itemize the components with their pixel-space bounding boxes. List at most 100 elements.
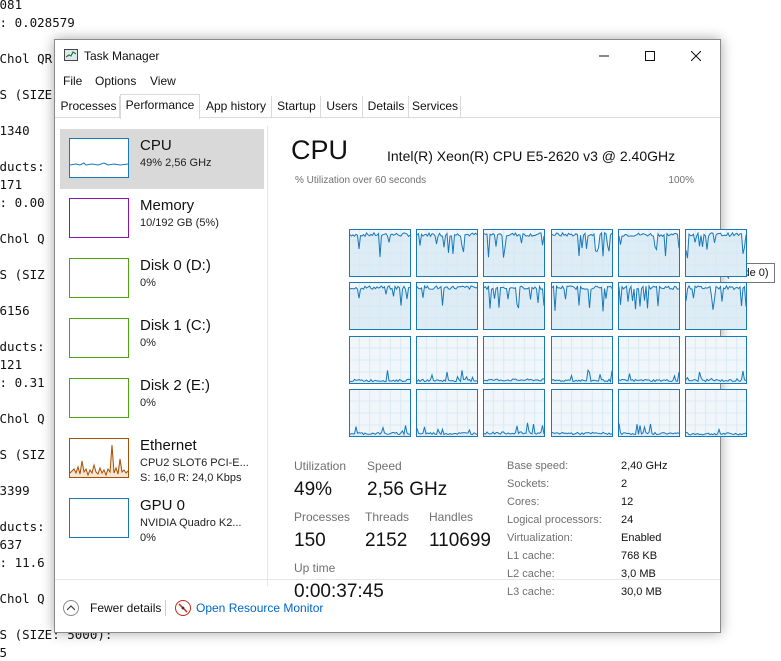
cpu-core-graph-svg — [685, 389, 747, 438]
cpu-core-graph-svg — [617, 335, 680, 384]
resource-monitor-icon[interactable] — [175, 600, 191, 616]
cpu-performance-panel: CPU Intel(R) Xeon(R) CPU E5-2620 v3 @ 2.… — [268, 119, 747, 602]
console-line: oducts: — [0, 339, 45, 354]
cpu-core-graph[interactable] — [617, 282, 680, 331]
title-bar[interactable]: Task Manager — [55, 40, 720, 72]
cpu-core-graph[interactable] — [550, 335, 613, 384]
tab-users[interactable]: Users — [322, 96, 363, 117]
chevron-up-icon[interactable] — [63, 600, 79, 616]
cpu-core-graph[interactable] — [685, 229, 747, 277]
cpu-core-graph[interactable] — [550, 282, 613, 331]
utilization-area — [618, 233, 679, 276]
utilization-area — [686, 286, 746, 330]
tab-startup[interactable]: Startup — [273, 96, 321, 117]
spec-value: 24 — [621, 514, 634, 526]
cpu-core-graph-svg — [550, 389, 613, 438]
tab-bar: Processes Performance App history Startu… — [55, 94, 720, 119]
tab-performance[interactable]: Performance — [120, 94, 200, 119]
menu-options[interactable]: Options — [95, 74, 136, 88]
fewer-details-button[interactable]: Fewer details — [90, 601, 161, 615]
cpu-thumbnail-graph — [69, 138, 129, 178]
cpu-core-graph-svg — [349, 229, 411, 277]
sidebar-item-subtitle: 0% — [140, 277, 156, 289]
minimize-button[interactable] — [581, 40, 627, 72]
open-resource-monitor-link[interactable]: Open Resource Monitor — [196, 601, 323, 615]
maximize-button[interactable] — [627, 40, 673, 72]
sidebar-item-ethernet[interactable]: Ethernet CPU2 SLOT6 PCI-E... S: 16,0 R: … — [60, 429, 264, 489]
cpu-core-graph[interactable] — [685, 389, 747, 438]
task-manager-icon — [64, 49, 78, 61]
cpu-core-graph[interactable] — [483, 389, 546, 438]
maximize-icon — [645, 51, 655, 61]
spec-value: 12 — [621, 496, 634, 508]
spec-value: 2 — [621, 478, 628, 490]
cpu-core-graph[interactable] — [550, 229, 613, 277]
close-button[interactable] — [673, 40, 719, 72]
tab-app-history[interactable]: App history — [201, 96, 272, 117]
sidebar-item-disk-2[interactable]: Disk 2 (E:) 0% — [60, 369, 264, 429]
sidebar-item-title: Disk 2 (E:) — [140, 377, 211, 394]
cpu-core-graph[interactable] — [483, 229, 546, 277]
spec-value: 2,40 GHz — [621, 460, 668, 472]
cpu-core-graph-svg — [483, 389, 546, 438]
sidebar-item-title: Disk 0 (D:) — [140, 257, 211, 274]
sidebar-item-usage: 0% — [140, 532, 156, 544]
cpu-core-graph[interactable] — [349, 282, 411, 331]
cpu-core-graph[interactable] — [617, 229, 680, 277]
utilization-area — [484, 286, 545, 330]
cpu-core-graph[interactable] — [416, 389, 479, 438]
sidebar-item-subtitle: 49% 2,56 GHz — [140, 157, 212, 169]
console-line: DS (SIZ — [0, 267, 45, 282]
speed-label: Speed — [367, 459, 402, 473]
sidebar-item-memory[interactable]: Memory 10/192 GB (5%) — [60, 189, 264, 249]
cpu-core-graph-svg — [483, 229, 546, 277]
sidebar-item-subtitle: NVIDIA Quadro K2... — [140, 517, 242, 529]
cpu-core-graph[interactable] — [349, 335, 411, 384]
sidebar-item-title: GPU 0 — [140, 497, 186, 514]
cpu-core-graph-svg — [416, 335, 479, 384]
cpu-core-graph[interactable] — [349, 229, 411, 277]
menu-file[interactable]: File — [63, 74, 82, 88]
console-line: e: 11.6 — [0, 555, 45, 570]
cpu-core-graph-svg — [550, 229, 613, 277]
console-line: Chol Q — [0, 411, 45, 426]
cpu-core-graph[interactable] — [483, 335, 546, 384]
cpu-core-graph[interactable] — [416, 282, 479, 331]
console-line: 3081 — [0, 0, 23, 12]
cpu-core-graph-svg — [416, 389, 479, 438]
uptime-label: Up time — [294, 561, 336, 575]
tab-services[interactable]: Services — [410, 96, 461, 117]
cpu-core-graph[interactable] — [617, 335, 680, 384]
sidebar-item-disk-1[interactable]: Disk 1 (C:) 0% — [60, 309, 264, 369]
sidebar-item-subtitle: 10/192 GB (5%) — [140, 217, 219, 229]
cpu-core-graph-svg — [685, 335, 747, 384]
cpu-core-graph[interactable] — [550, 389, 613, 438]
sidebar-item-title: Disk 1 (C:) — [140, 317, 211, 334]
cpu-core-graph[interactable] — [483, 282, 546, 331]
cpu-core-graph[interactable] — [685, 282, 747, 331]
gpu-thumbnail-graph — [69, 498, 129, 538]
tab-processes[interactable]: Processes — [58, 96, 120, 117]
spec-label: Sockets: — [507, 478, 550, 490]
spec-value: Enabled — [621, 532, 662, 544]
sidebar-item-title: Memory — [140, 197, 195, 214]
console-line: e: 0.028579 — [0, 15, 75, 30]
close-icon — [691, 51, 701, 61]
cpu-core-graph[interactable] — [349, 389, 411, 438]
menu-view[interactable]: View — [150, 74, 176, 88]
utilization-area — [484, 233, 545, 276]
sidebar-item-disk-0[interactable]: Disk 0 (D:) 0% — [60, 249, 264, 309]
cpu-core-graph[interactable] — [617, 389, 680, 438]
threads-label: Threads — [365, 510, 410, 524]
sidebar-item-gpu-0[interactable]: GPU 0 NVIDIA Quadro K2... 0% — [60, 489, 264, 549]
console-line: Chol Q — [0, 591, 45, 606]
cpu-core-graph[interactable] — [416, 335, 479, 384]
tab-details[interactable]: Details — [364, 96, 409, 117]
cpu-core-graph[interactable] — [416, 229, 479, 277]
cpu-core-graph-svg — [550, 282, 613, 331]
sidebar-item-cpu[interactable]: CPU 49% 2,56 GHz — [60, 129, 264, 189]
console-line: 06156 — [0, 303, 30, 318]
console-line: e: 0.31 — [0, 375, 45, 390]
cpu-core-graph[interactable] — [685, 335, 747, 384]
sidebar-item-title: CPU — [140, 137, 172, 154]
